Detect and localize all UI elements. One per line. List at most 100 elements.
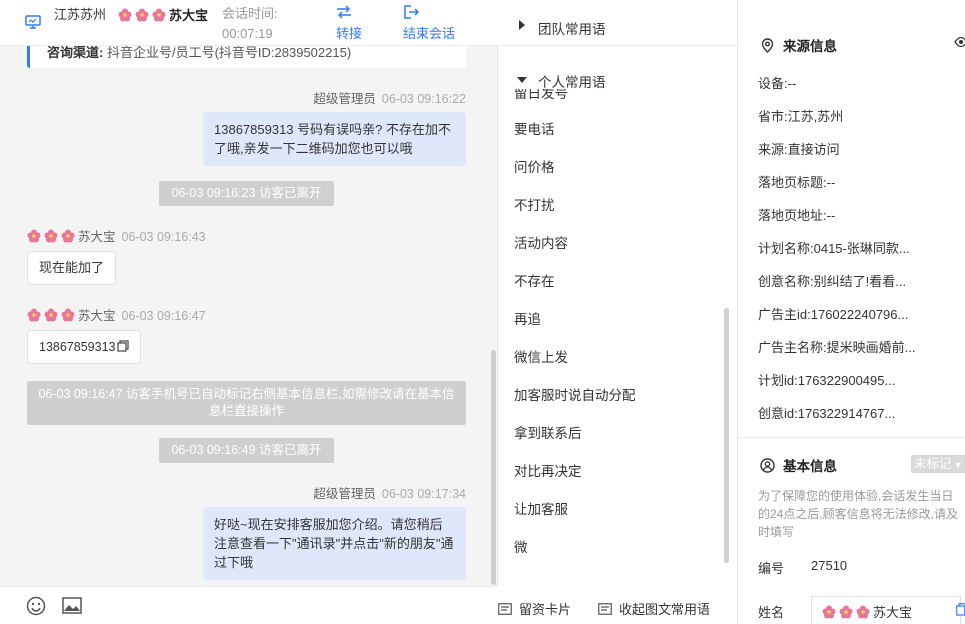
- lead-card-button[interactable]: 留资卡片: [498, 599, 571, 618]
- phrase-item[interactable]: 让加客服: [514, 498, 568, 518]
- phrase-item[interactable]: 拿到联系后: [514, 422, 582, 442]
- phrase-item[interactable]: 微信上发: [514, 346, 568, 366]
- channel-info: 咨询渠道: 抖音企业号/员工号(抖音号ID:2839502215): [47, 46, 351, 61]
- chat-input-toolbar: [0, 586, 498, 624]
- tag-select-value: 未标记: [914, 457, 952, 471]
- caret-right-icon: [519, 20, 525, 30]
- team-phrases-group[interactable]: 团队常用语: [498, 0, 738, 46]
- visitor-id-label: 编号: [758, 561, 785, 576]
- user-icon: [760, 458, 775, 473]
- collapse-phrases-button[interactable]: 收起图文常用语: [598, 599, 710, 618]
- end-session-label: 结束会话: [403, 26, 456, 41]
- flower-icon: [27, 308, 41, 322]
- message-meta: 超级管理员 06-03 09:17:34: [313, 483, 466, 502]
- caret-down-icon: [517, 77, 527, 83]
- transfer-button[interactable]: 转接: [336, 4, 362, 42]
- basic-info-title-text: 基本信息: [783, 459, 837, 474]
- message-time: 06-03 09:17:34: [381, 487, 466, 501]
- flower-icon: [856, 605, 870, 619]
- emoji-icon[interactable]: [26, 596, 46, 616]
- phrase-item[interactable]: 留日发号: [514, 89, 568, 102]
- system-notice: 06-03 09:16:23 访客已离开: [159, 181, 334, 206]
- source-field-region: 省市:江苏,苏州: [758, 109, 844, 124]
- monitor-icon: [25, 15, 41, 29]
- chat-header: 江苏苏州 苏大宝 会话时间: 00:07:19 转接 结束会话: [0, 0, 498, 46]
- sender-name: 超级管理员: [313, 92, 376, 106]
- phrase-item[interactable]: 对比再决定: [514, 460, 582, 480]
- flower-icon: [839, 605, 853, 619]
- system-notice: 06-03 09:16:49 访客已离开: [159, 438, 334, 463]
- message-meta: 苏大宝 06-03 09:16:47: [27, 305, 206, 324]
- team-phrases-label: 团队常用语: [538, 22, 606, 37]
- channel-label: 咨询渠道:: [47, 46, 104, 60]
- phrase-item[interactable]: 加客服时说自动分配: [514, 384, 636, 404]
- message-list[interactable]: 咨询渠道: 抖音企业号/员工号(抖音号ID:2839502215) 超级管理员 0…: [0, 46, 498, 586]
- visitor-id-value: 27510: [811, 558, 848, 573]
- phrase-list[interactable]: 留日发号 要电话 问价格 不打扰 活动内容 不存在 再追 微信上发 加客服时说自…: [498, 88, 728, 568]
- transfer-label: 转接: [336, 26, 363, 41]
- phrase-item[interactable]: 不存在: [514, 270, 555, 290]
- location-pin-icon: [761, 38, 774, 53]
- card-icon: [498, 603, 512, 615]
- visitor-name-text: 苏大宝: [169, 8, 209, 23]
- message-meta: 超级管理员 06-03 09:16:22: [313, 88, 466, 107]
- phone-number-text: 13867859313: [39, 340, 116, 354]
- phrase-footer: 留资卡片 收起图文常用语: [498, 586, 738, 624]
- flower-icon: [61, 229, 75, 243]
- message-time: 06-03 09:16:47: [121, 309, 206, 323]
- phrase-item[interactable]: 微: [514, 536, 528, 556]
- eye-icon[interactable]: [954, 36, 965, 48]
- copy-icon[interactable]: [956, 603, 965, 616]
- end-session-button[interactable]: 结束会话: [403, 4, 455, 42]
- visitor-name: 苏大宝: [118, 7, 210, 25]
- chat-panel: 江苏苏州 苏大宝 会话时间: 00:07:19 转接 结束会话 咨询渠道: 抖音…: [0, 0, 498, 624]
- section-divider: [738, 437, 965, 438]
- visitor-name-label: 姓名: [758, 605, 785, 620]
- source-info-title-text: 来源信息: [783, 39, 837, 54]
- source-info-title: 来源信息: [760, 35, 837, 55]
- phrase-scrollbar[interactable]: [724, 308, 729, 563]
- caret-down-icon: ▼: [953, 460, 963, 470]
- basic-info-title: 基本信息: [760, 455, 837, 475]
- visitor-id-row: 编号 27510: [758, 558, 847, 577]
- source-field-plan-name: 计划名称:0415-张琳同款...: [758, 241, 910, 256]
- source-field-creative-name: 创意名称:别纠结了!看看...: [758, 274, 907, 289]
- visitor-bubble: 现在能加了: [27, 251, 117, 285]
- phrase-item[interactable]: 问价格: [514, 156, 555, 176]
- message-time: 06-03 09:16:22: [381, 92, 466, 106]
- chat-scrollbar[interactable]: [491, 350, 496, 585]
- visitor-name-value: 苏大宝: [873, 605, 913, 620]
- source-field-advertiser-id: 广告主id:176022240796...: [758, 307, 909, 322]
- sender-name: 苏大宝: [78, 309, 116, 323]
- source-field-plan-id: 计划id:176322900495...: [758, 373, 896, 388]
- phrase-item[interactable]: 要电话: [514, 118, 555, 138]
- flower-icon: [27, 229, 41, 243]
- visitor-name-field[interactable]: 苏大宝: [811, 596, 961, 624]
- message-meta: 苏大宝 06-03 09:16:43: [27, 226, 206, 245]
- source-field-device: 设备:--: [758, 76, 797, 91]
- sender-name: 超级管理员: [313, 487, 376, 501]
- app-root: 江苏苏州 苏大宝 会话时间: 00:07:19 转接 结束会话 咨询渠道: 抖音…: [0, 0, 965, 624]
- phrase-item[interactable]: 活动内容: [514, 232, 568, 252]
- message-time: 06-03 09:16:43: [121, 230, 206, 244]
- image-icon[interactable]: [62, 597, 82, 614]
- source-field-source: 来源:直接访问: [758, 142, 840, 157]
- card-icon: [598, 603, 612, 615]
- agent-bubble: 13867859313 号码有误吗亲? 不存在加不了哦,亲发一下二维码加您也可以…: [203, 112, 466, 166]
- flower-icon: [135, 8, 149, 22]
- edit-notice: 为了保障您的使用体验,会话发生当日的24点之后,顾客信息将无法修改,请及时填写: [758, 489, 959, 539]
- tag-select[interactable]: 未标记 ▼: [911, 455, 965, 473]
- flower-icon: [44, 308, 58, 322]
- sender-name: 苏大宝: [78, 230, 116, 244]
- source-field-advertiser-name: 广告主名称:提米映画婚前...: [758, 340, 916, 355]
- session-time-label: 会话时间:: [222, 6, 278, 21]
- copy-icon[interactable]: [117, 340, 130, 352]
- source-field-landing-title: 落地页标题:--: [758, 175, 836, 190]
- phrase-item[interactable]: 再追: [514, 308, 541, 328]
- system-notice: 06-03 09:16:47 访客手机号已自动标记右侧基本信息栏,如需修改请在基…: [27, 381, 466, 425]
- phrase-item[interactable]: 不打扰: [514, 194, 555, 214]
- visitor-location: 江苏苏州: [54, 7, 107, 22]
- flower-icon: [152, 8, 166, 22]
- phrases-panel: 团队常用语 个人常用语 留日发号 要电话 问价格 不打扰 活动内容 不存在 再追…: [498, 0, 738, 624]
- agent-bubble: 好哒~现在安排客服加您介绍。请您稍后注意查看一下"通讯录"并点击"新的朋友"通过…: [203, 507, 466, 580]
